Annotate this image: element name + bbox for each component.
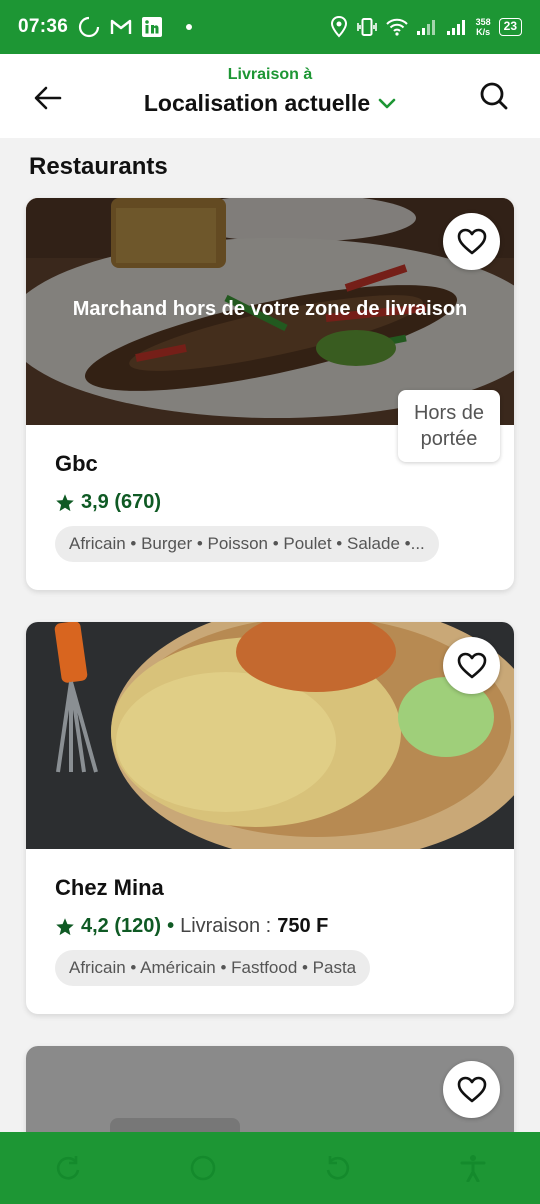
location-value: Localisation actuelle: [143, 90, 371, 116]
location-selector[interactable]: Livraison à Localisation actuelle: [0, 66, 540, 117]
separator-dot: •: [167, 915, 175, 937]
accessibility-button[interactable]: [453, 1148, 493, 1188]
rating-row: 4,2 (120) • Livraison : 750 F: [55, 915, 485, 938]
vibrate-icon: [356, 18, 377, 36]
sync-icon: [79, 16, 100, 38]
cuisine-tags: Africain • Américain • Fastfood • Pasta: [55, 950, 371, 986]
rating-value: 3,9 (670): [81, 491, 162, 513]
signal-icon-2: [446, 20, 465, 35]
search-button[interactable]: [474, 76, 514, 116]
restaurant-card[interactable]: Chez Mina 4,2 (120) • Livraison : 750 F …: [26, 622, 514, 1014]
heart-icon: [457, 228, 486, 255]
restaurant-image: [26, 622, 514, 849]
favorite-button[interactable]: [443, 213, 500, 270]
home-button[interactable]: [183, 1148, 223, 1188]
badge-line1: Hors de: [413, 402, 485, 424]
heart-icon: [457, 1076, 486, 1103]
restaurant-info: Chez Mina 4,2 (120) • Livraison : 750 F …: [26, 849, 514, 991]
status-right-icons: 358 K/s 23: [330, 16, 522, 38]
favorite-button[interactable]: [443, 1061, 500, 1118]
accessibility-icon: [460, 1155, 485, 1182]
recent-apps-button[interactable]: [48, 1148, 88, 1188]
network-speed-unit: K/s: [476, 27, 491, 37]
search-icon: [480, 82, 508, 110]
cuisine-tags: Africain • Burger • Poisson • Poulet • S…: [55, 526, 439, 562]
linkedin-icon: [142, 17, 163, 37]
delivery-fee-value: 750 F: [277, 915, 329, 937]
app-header: Livraison à Localisation actuelle: [0, 54, 540, 138]
wifi-icon: [385, 18, 408, 36]
section-title: Restaurants: [29, 153, 168, 180]
back-nav-button[interactable]: [318, 1148, 358, 1188]
delivery-label: Livraison à: [227, 66, 313, 83]
battery-indicator: 23: [498, 18, 522, 36]
delivery-fee-label: Livraison :: [180, 915, 272, 937]
rice-dish-image: [26, 622, 514, 849]
signal-icon-1: [416, 20, 435, 35]
status-left-icons: [78, 16, 193, 38]
status-bar: 07:36 358 K/s 23: [0, 0, 540, 54]
chevron-down-icon: [378, 98, 396, 108]
star-icon: [56, 917, 74, 935]
favorite-button[interactable]: [443, 637, 500, 694]
location-dropdown[interactable]: Localisation actuelle: [144, 90, 396, 117]
rating-row: 3,9 (670): [55, 491, 485, 514]
restaurant-name: Chez Mina: [55, 875, 164, 900]
out-of-zone-overlay: Marchand hors de votre zone de livraison: [72, 298, 468, 320]
heart-icon: [457, 652, 486, 679]
location-pin-icon: [330, 16, 347, 38]
gmail-icon: [110, 19, 132, 34]
network-speed: 358 K/s: [476, 17, 491, 37]
status-time: 07:36: [18, 16, 69, 37]
system-nav-bar: [0, 1132, 540, 1204]
restaurant-card[interactable]: Marchand hors de votre zone de livraison…: [26, 198, 514, 590]
recent-apps-icon: [56, 1156, 79, 1180]
star-icon: [56, 493, 74, 511]
network-speed-value: 358: [475, 17, 491, 27]
notification-dot-icon: [186, 24, 193, 30]
home-circle-icon: [190, 1155, 215, 1181]
out-of-range-badge: Hors de portée: [398, 390, 500, 462]
back-nav-icon: [326, 1156, 349, 1180]
badge-line2: portée: [420, 428, 478, 450]
rating-value: 4,2 (120): [81, 915, 162, 937]
